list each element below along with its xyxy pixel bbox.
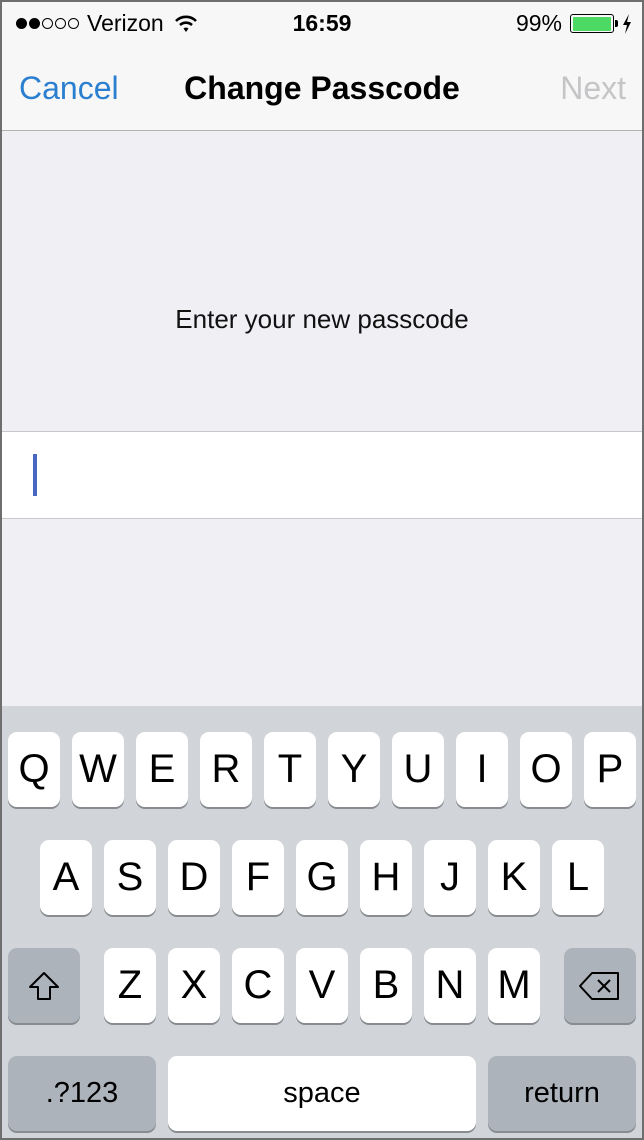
charging-bolt-icon — [623, 13, 631, 34]
battery-percent: 99% — [515, 10, 562, 36]
delete-key[interactable] — [564, 948, 636, 1023]
key-r[interactable]: R — [200, 732, 252, 807]
key-v[interactable]: V — [296, 948, 348, 1023]
return-key[interactable]: return — [488, 1056, 636, 1131]
shift-icon — [29, 971, 59, 1000]
key-l[interactable]: L — [552, 840, 604, 915]
key-n[interactable]: N — [424, 948, 476, 1023]
key-y[interactable]: Y — [328, 732, 380, 807]
key-b[interactable]: B — [360, 948, 412, 1023]
phone-screen: Verizon 16:59 99% Cancel Change Passcode… — [0, 0, 644, 1140]
key-m[interactable]: M — [488, 948, 540, 1023]
key-f[interactable]: F — [232, 840, 284, 915]
key-h[interactable]: H — [360, 840, 412, 915]
key-s[interactable]: S — [104, 840, 156, 915]
passcode-prompt: Enter your new passcode — [175, 304, 469, 334]
cancel-button[interactable]: Cancel — [19, 70, 119, 107]
text-caret — [33, 454, 37, 496]
navigation-bar: Cancel Change Passcode Next — [2, 46, 642, 131]
key-c[interactable]: C — [232, 948, 284, 1023]
key-g[interactable]: G — [296, 840, 348, 915]
passcode-input[interactable] — [2, 431, 642, 519]
battery-icon — [570, 14, 614, 33]
status-bar: Verizon 16:59 99% — [2, 2, 642, 46]
keyboard: .?123 space return QWERTYUIOP ASDFGHJKL ZX… — [2, 706, 642, 1138]
key-z[interactable]: Z — [104, 948, 156, 1023]
status-right: 99% — [516, 10, 632, 37]
key-t[interactable]: T — [264, 732, 316, 807]
next-button[interactable]: Next — [560, 70, 626, 107]
key-d[interactable]: D — [168, 840, 220, 915]
key-u[interactable]: U — [392, 732, 444, 807]
key-x[interactable]: X — [168, 948, 220, 1023]
space-key[interactable]: space — [168, 1056, 476, 1131]
key-e[interactable]: E — [136, 732, 188, 807]
key-i[interactable]: I — [456, 732, 508, 807]
numbers-key[interactable]: .?123 — [8, 1056, 156, 1131]
shift-key[interactable] — [8, 948, 80, 1023]
key-a[interactable]: A — [40, 840, 92, 915]
key-w[interactable]: W — [72, 732, 124, 807]
battery-tip — [615, 20, 618, 27]
key-p[interactable]: P — [584, 732, 636, 807]
key-q[interactable]: Q — [8, 732, 60, 807]
key-j[interactable]: J — [424, 840, 476, 915]
backspace-icon — [579, 971, 619, 1000]
battery-fill — [572, 16, 612, 31]
key-o[interactable]: O — [520, 732, 572, 807]
key-k[interactable]: K — [488, 840, 540, 915]
